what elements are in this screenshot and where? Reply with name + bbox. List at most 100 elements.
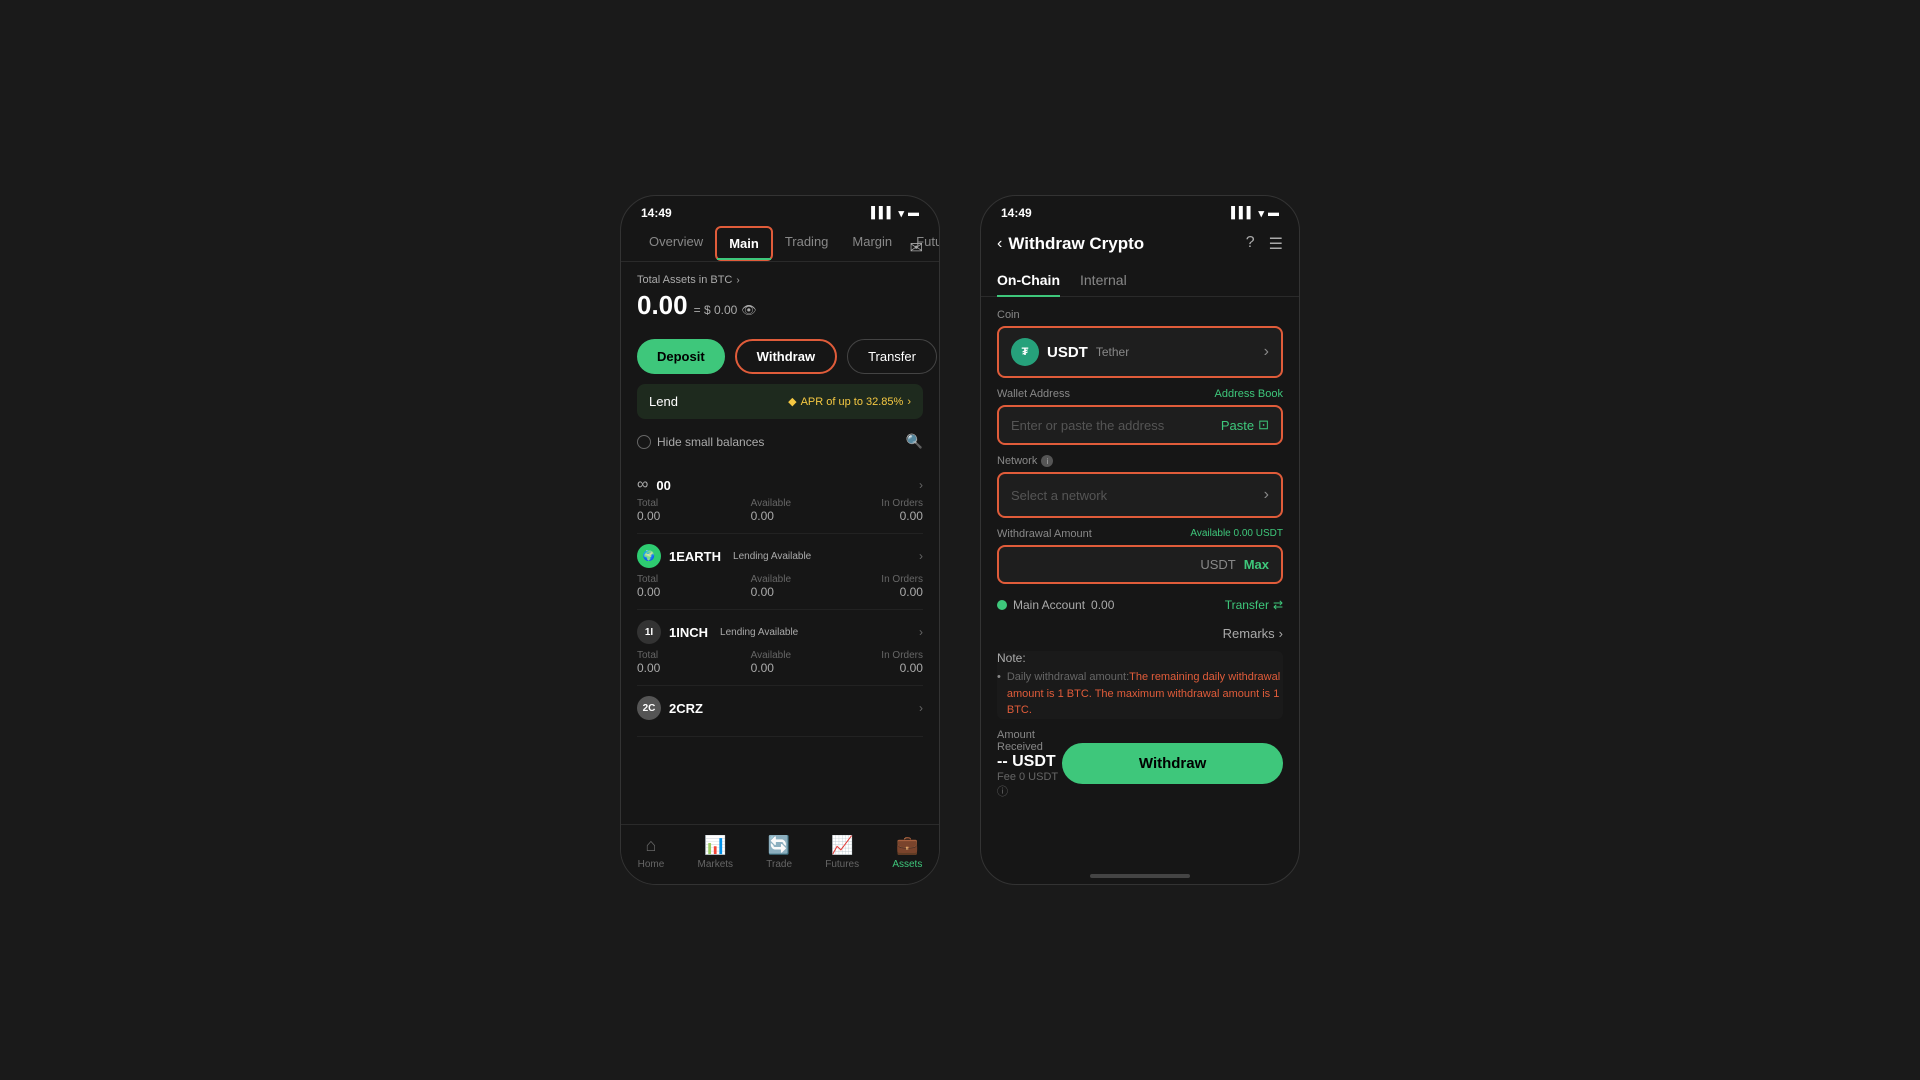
transfer-icon: ⇄	[1273, 598, 1283, 612]
main-account-label: Main Account	[1013, 598, 1085, 612]
bullet-icon: •	[997, 669, 1001, 719]
eye-icon[interactable]: 👁	[741, 303, 756, 317]
nav-item-futures[interactable]: 📈 Futures	[825, 835, 859, 870]
chevron-right-icon: ›	[1279, 626, 1283, 641]
trade-icon: 🔄	[768, 835, 790, 856]
amount-received-value: -- USDT	[997, 753, 1062, 771]
balance-main: 0.00	[637, 290, 688, 321]
asset-name-row: 1I 1INCH Lending Available ›	[637, 620, 923, 644]
chain-tabs: On-Chain Internal	[981, 264, 1299, 297]
withdraw-button[interactable]: Withdraw	[735, 339, 837, 374]
wifi-icon: ▾	[1258, 207, 1264, 220]
coin-left: ₮ USDT Tether	[1011, 338, 1129, 366]
tab-margin[interactable]: Margin	[840, 226, 904, 261]
coin-name: USDT	[1047, 344, 1088, 361]
hide-small-toggle[interactable]: Hide small balances	[637, 435, 764, 449]
list-item: 1I 1INCH Lending Available › Total 0.00 …	[637, 610, 923, 686]
main-acct-left: Main Account 0.00	[997, 598, 1114, 612]
nav-item-assets[interactable]: 💼 Assets	[892, 835, 922, 870]
asset-tag: Lending Available	[720, 627, 798, 638]
lend-apr: ◆ APR of up to 32.85% ›	[788, 395, 911, 408]
tab-internal[interactable]: Internal	[1080, 264, 1127, 296]
status-icons-right: ▌▌▌ ▾ ▬	[1231, 207, 1279, 220]
history-icon[interactable]: ☰	[1269, 234, 1283, 254]
question-icon[interactable]: ?	[1246, 234, 1255, 254]
balance-available-col: Available 0.00	[751, 498, 791, 523]
nav-item-markets[interactable]: 📊 Markets	[697, 835, 733, 870]
note-content: Daily withdrawal amount:The remaining da…	[1007, 669, 1283, 719]
paste-button[interactable]: Paste ⊡	[1221, 417, 1269, 433]
signal-icon: ▌▌▌	[1231, 207, 1254, 219]
asset-list: ∞ 00 › Total 0.00 Available 0.00 In Orde…	[621, 458, 939, 824]
main-account-value: 0.00	[1091, 598, 1114, 612]
right-phone: 14:49 ▌▌▌ ▾ ▬ ‹ Withdraw Crypto ? ☰ On-C…	[980, 195, 1300, 885]
mail-icon[interactable]: ✉	[910, 238, 923, 258]
asset-balances: Total 0.00 Available 0.00 In Orders 0.00	[637, 574, 923, 599]
infinity-icon: ∞	[637, 476, 648, 494]
chevron-right-icon: ›	[919, 478, 923, 492]
battery-icon: ▬	[908, 207, 919, 219]
total-label: Total Assets in BTC ›	[637, 274, 923, 286]
tab-trading[interactable]: Trading	[773, 226, 841, 261]
battery-icon: ▬	[1268, 207, 1279, 219]
balance-total-col: Total 0.00	[637, 498, 660, 523]
address-book-link[interactable]: Address Book	[1215, 388, 1283, 400]
paste-icon: ⊡	[1258, 417, 1269, 433]
withdraw-button[interactable]: Withdraw	[1062, 743, 1283, 784]
amount-field[interactable]: USDT Max	[997, 545, 1283, 584]
back-button[interactable]: ‹ Withdraw Crypto	[997, 234, 1144, 254]
max-button[interactable]: Max	[1244, 557, 1269, 572]
note-title: Note:	[997, 651, 1283, 665]
assets-header: Total Assets in BTC › 0.00 = $ 0.00 👁	[621, 262, 939, 329]
balance-usd: = $ 0.00 👁	[694, 303, 757, 317]
tab-main[interactable]: Main	[715, 226, 773, 261]
nav-item-home[interactable]: ⌂ Home	[638, 835, 665, 870]
remarks-link[interactable]: Remarks ›	[1223, 626, 1283, 641]
amount-field-inner: USDT Max	[1011, 557, 1269, 572]
coin-selector[interactable]: ₮ USDT Tether ›	[997, 326, 1283, 378]
chevron-right-icon: ›	[1264, 486, 1269, 504]
green-dot-icon	[997, 600, 1007, 610]
status-bar-left: 14:49 ▌▌▌ ▾ ▬	[621, 196, 939, 226]
asset-symbol: 00	[656, 478, 670, 493]
asset-name-left: 2C 2CRZ	[637, 696, 703, 720]
tab-on-chain[interactable]: On-Chain	[997, 264, 1060, 296]
nav-item-trade[interactable]: 🔄 Trade	[766, 835, 792, 870]
balance-row: 0.00 = $ 0.00 👁	[637, 290, 923, 321]
coin-full-name: Tether	[1096, 345, 1129, 359]
amount-received-left: Amount Received -- USDT Fee 0 USDT ⓘ	[997, 729, 1062, 799]
signal-icon: ▌▌▌	[871, 207, 894, 219]
search-icon[interactable]: 🔍	[906, 433, 923, 450]
home-indicator	[1090, 874, 1190, 878]
time-right: 14:49	[1001, 206, 1032, 220]
asset-icon: 1I	[637, 620, 661, 644]
back-arrow-icon: ‹	[997, 235, 1002, 253]
transfer-link[interactable]: Transfer ⇄	[1225, 598, 1283, 612]
address-field[interactable]: Enter or paste the address Paste ⊡	[997, 405, 1283, 445]
time-left: 14:49	[641, 206, 672, 220]
action-buttons: Deposit Withdraw Transfer	[621, 329, 939, 384]
header-actions: ? ☰	[1246, 234, 1283, 254]
balance-available-col: Available 0.00	[751, 650, 791, 675]
withdraw-content: Coin ₮ USDT Tether › Wallet Address Addr…	[981, 297, 1299, 868]
amount-received-row: Amount Received -- USDT Fee 0 USDT ⓘ Wit…	[997, 729, 1283, 799]
network-selector[interactable]: Select a network ›	[997, 472, 1283, 518]
wallet-address-section: Wallet Address Address Book Enter or pas…	[997, 388, 1283, 445]
transfer-button[interactable]: Transfer	[847, 339, 937, 374]
search-bar: Hide small balances 🔍	[621, 427, 939, 458]
lend-banner[interactable]: Lend ◆ APR of up to 32.85% ›	[637, 384, 923, 419]
asset-name-row: 🌍 1EARTH Lending Available ›	[637, 544, 923, 568]
tab-overview[interactable]: Overview	[637, 226, 715, 261]
network-label-row: Network i	[997, 455, 1283, 467]
wifi-icon: ▾	[898, 207, 904, 220]
asset-icon: 🌍	[637, 544, 661, 568]
asset-balances: Total 0.00 Available 0.00 In Orders 0.00	[637, 650, 923, 675]
asset-symbol: 1EARTH	[669, 549, 721, 564]
nav-tabs: Overview Main Trading Margin Futures	[621, 226, 939, 262]
asset-name-row: 2C 2CRZ ›	[637, 696, 923, 720]
asset-symbol: 2CRZ	[669, 701, 703, 716]
amount-received-label: Amount Received	[997, 729, 1062, 753]
asset-name-left: ∞ 00	[637, 476, 671, 494]
deposit-button[interactable]: Deposit	[637, 339, 725, 374]
chevron-right-icon: ›	[907, 396, 911, 408]
